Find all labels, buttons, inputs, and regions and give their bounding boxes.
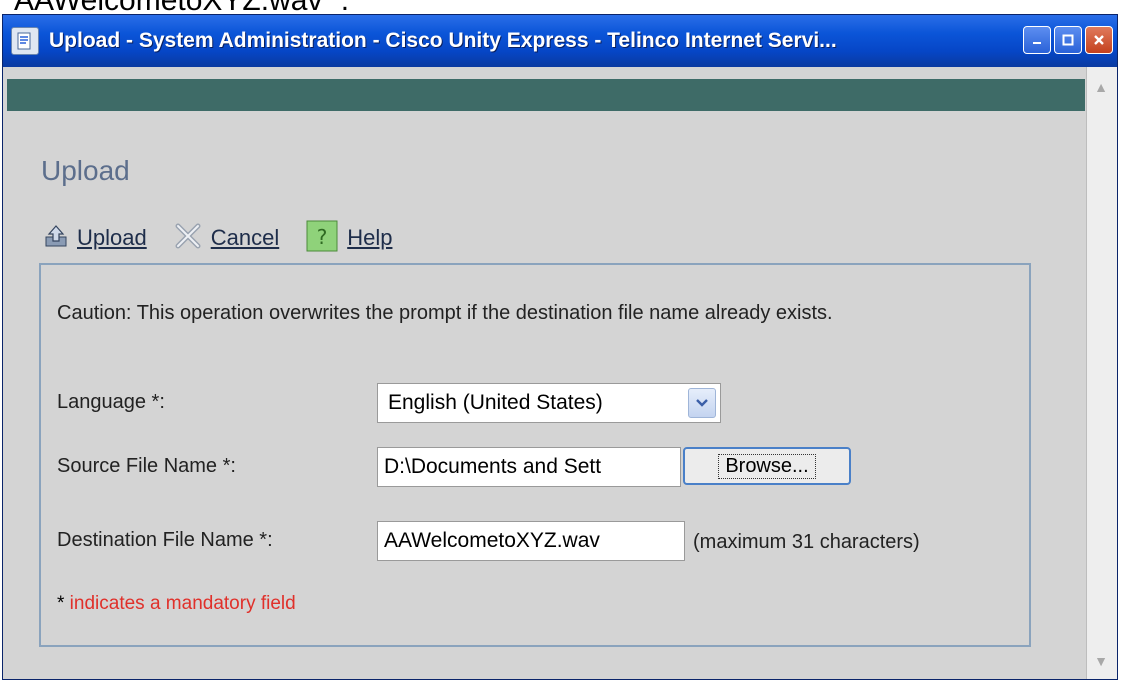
cancel-icon <box>173 221 203 256</box>
close-icon[interactable] <box>1085 26 1113 54</box>
mandatory-note-text: indicates a mandatory field <box>64 593 296 614</box>
destination-file-label: Destination File Name *: <box>57 529 273 551</box>
header-band <box>7 79 1085 111</box>
source-file-input[interactable]: D:\Documents and Sett <box>377 447 681 487</box>
upload-icon <box>43 223 69 254</box>
language-label: Language *: <box>57 391 165 413</box>
page-icon <box>11 27 39 55</box>
browse-button[interactable]: Browse... <box>683 447 851 485</box>
vertical-scrollbar[interactable]: ▲ ▼ <box>1086 67 1117 679</box>
scroll-up-icon[interactable]: ▲ <box>1089 75 1113 99</box>
window-controls <box>1023 26 1113 54</box>
upload-form-panel: Caution: This operation overwrites the p… <box>39 263 1031 647</box>
page-title: Upload <box>41 155 130 186</box>
cancel-button[interactable]: Cancel <box>173 221 279 256</box>
language-select[interactable]: English (United States) <box>377 383 721 423</box>
browser-window: Upload - System Administration - Cisco U… <box>2 14 1118 680</box>
chevron-down-icon[interactable] <box>688 388 716 418</box>
help-button[interactable]: ? Help <box>305 219 392 258</box>
help-icon: ? <box>305 219 339 258</box>
maximize-icon[interactable] <box>1054 26 1082 54</box>
destination-file-input[interactable]: AAWelcometoXYZ.wav <box>377 521 685 561</box>
toolbar: Upload Cancel ? Help <box>43 215 418 261</box>
upload-label: Upload <box>77 225 147 250</box>
svg-text:?: ? <box>317 225 328 249</box>
language-selected-value: English (United States) <box>388 391 603 414</box>
source-file-label: Source File Name *: <box>57 455 236 477</box>
destination-length-hint: (maximum 31 characters) <box>693 531 920 553</box>
mandatory-field-note: * indicates a mandatory field <box>57 593 296 615</box>
minimize-icon[interactable] <box>1023 26 1051 54</box>
page-content: ▲ ▼ Upload Upload Cancel ? Help Caution:… <box>3 67 1117 679</box>
cancel-label: Cancel <box>210 225 280 250</box>
scroll-down-icon[interactable]: ▼ <box>1089 649 1113 673</box>
title-bar[interactable]: Upload - System Administration - Cisco U… <box>3 15 1117 67</box>
help-label: Help <box>347 225 393 250</box>
caution-message: Caution: This operation overwrites the p… <box>57 302 833 324</box>
window-title: Upload - System Administration - Cisco U… <box>49 29 837 52</box>
browse-label: Browse... <box>718 453 816 479</box>
upload-button[interactable]: Upload <box>43 223 147 254</box>
